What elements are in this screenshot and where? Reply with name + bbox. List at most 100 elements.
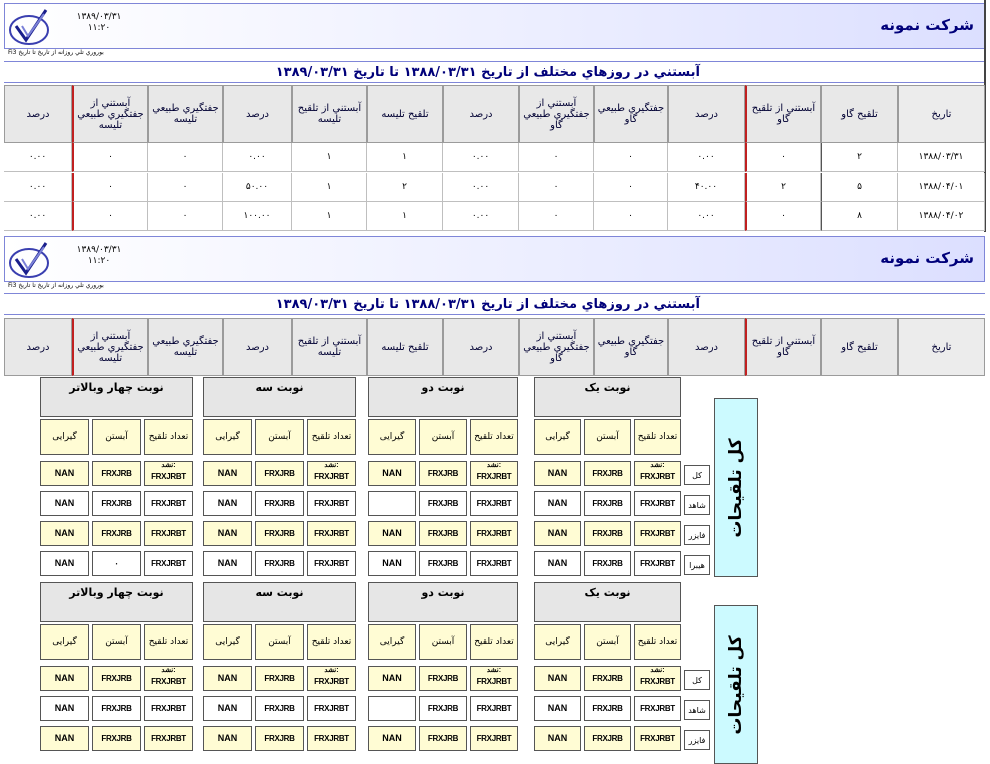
table-cell: ۵	[821, 173, 898, 202]
logo-icon	[9, 9, 49, 45]
column-header: آبستني از تلقیح تلیسه	[292, 318, 367, 376]
table-cell: ۰	[72, 202, 148, 231]
count-code: FRXJRBT	[314, 677, 349, 686]
pregnant-value: FRXJRB	[584, 491, 631, 516]
table-cell: ۰	[594, 143, 668, 172]
subtitle-line: بوروري تلي روزانه از تاريخ تا تاريخ Fi3	[4, 281, 985, 293]
count-value: FRXJRBT	[470, 491, 518, 516]
count-note: نشد:	[486, 667, 502, 674]
count-code: FRXJRBT	[476, 472, 512, 481]
conception-value: NAN	[368, 461, 416, 486]
conception-value: NAN	[40, 696, 89, 721]
count-note: نشد:	[324, 667, 339, 674]
pregnant-value: FRXJRB	[584, 521, 631, 546]
pregnant-value: FRXJRB	[419, 521, 467, 546]
report-time: ۱۱:۲۰	[87, 23, 111, 33]
count-value: FRXJRBT	[144, 696, 193, 721]
pregnant-value: FRXJRB	[584, 551, 631, 576]
conception-value: NAN	[534, 551, 581, 576]
table-cell: ۰	[519, 173, 594, 202]
table-cell: ۰	[519, 143, 594, 172]
table-cell: ۰.۰۰	[443, 202, 519, 231]
shift-subheader: گیرایی	[368, 624, 416, 660]
conception-value: NAN	[40, 726, 89, 751]
person-label: فایزر	[684, 525, 710, 545]
column-header: تاریخ	[898, 318, 985, 376]
table-cell: ۵۰.۰۰	[223, 173, 292, 202]
report-title: آبستني در روزهاي مختلف از تاريخ ۱۳۸۸/۰۳/…	[275, 297, 700, 312]
shift-subheader: آبستن	[584, 624, 631, 660]
pregnant-value: FRXJRB	[584, 666, 631, 691]
shift-header: نوبت چهار وبالاتر	[40, 377, 193, 417]
pregnant-value: FRXJRB	[419, 461, 467, 486]
subtitle-text: بوروري تلي روزانه از تاريخ تا تاريخ Fi3	[8, 282, 104, 289]
table-cell: ۰	[594, 173, 668, 202]
person-label: فایزر	[684, 730, 710, 750]
table-cell: ۴۰.۰۰	[668, 173, 745, 202]
pregnant-value: FRXJRB	[92, 666, 141, 691]
table-cell: ۱	[292, 143, 367, 172]
shift-subheader: گیرایی	[534, 419, 581, 455]
count-value: FRXJRBT	[470, 726, 518, 751]
table-cell: ۰.۰۰	[4, 202, 72, 231]
report-date: ۱۳۸۹/۰۳/۳۱	[76, 245, 122, 255]
shift-subheader: تعداد تلقیح	[634, 419, 681, 455]
shift-subheader: آبستن	[92, 624, 141, 660]
column-header: درصد	[4, 85, 72, 143]
shift-subheader: تعداد تلقیح	[470, 624, 518, 660]
pregnant-value: FRXJRB	[419, 551, 467, 576]
conception-value	[368, 491, 416, 516]
pregnant-value: FRXJRB	[255, 726, 304, 751]
person-label: کل	[684, 465, 710, 485]
conception-value	[368, 696, 416, 721]
shift-header: نوبت سه	[203, 377, 356, 417]
count-value: FRXJRBT	[470, 551, 518, 576]
report-time: ۱۱:۲۰	[87, 256, 111, 266]
table-cell: ۰	[72, 173, 148, 202]
report-title: آبستني در روزهاي مختلف از تاريخ ۱۳۸۸/۰۳/…	[275, 65, 700, 80]
company-name: شرکت نمونه	[880, 249, 974, 267]
count-value: نشد: FRXJRBT	[144, 461, 193, 486]
pregnant-value: FRXJRB	[92, 521, 141, 546]
count-value: FRXJRBT	[634, 551, 681, 576]
person-label: شاهد	[684, 700, 710, 720]
shift-subheader: تعداد تلقیح	[307, 624, 356, 660]
shift-subheader: آبستن	[419, 419, 467, 455]
column-header: تلقیح تلیسه	[367, 85, 443, 143]
table-cell: ۰.۰۰	[668, 143, 745, 172]
pregnant-value: FRXJRB	[255, 461, 304, 486]
pregnant-value: FRXJRB	[255, 521, 304, 546]
count-value: FRXJRBT	[634, 726, 681, 751]
conception-value: NAN	[203, 551, 252, 576]
table-cell: ۰.۰۰	[4, 143, 72, 172]
count-value: FRXJRBT	[307, 696, 356, 721]
pregnant-value: FRXJRB	[92, 491, 141, 516]
report-header: ۱۳۸۹/۰۳/۳۱ ۱۱:۲۰ شرکت نمونه	[4, 3, 985, 49]
conception-value: NAN	[534, 696, 581, 721]
pregnant-value: FRXJRB	[255, 491, 304, 516]
conception-value: NAN	[203, 696, 252, 721]
table-cell: ۱۳۸۸/۰۳/۳۱	[898, 143, 985, 172]
conception-value: NAN	[368, 551, 416, 576]
company-name: شرکت نمونه	[880, 16, 974, 34]
count-note: نشد:	[486, 462, 502, 469]
pregnant-value: FRXJRB	[255, 551, 304, 576]
pregnant-value: FRXJRB	[92, 696, 141, 721]
conception-value: NAN	[534, 666, 581, 691]
table-cell: ۰.۰۰	[443, 173, 519, 202]
conception-value: NAN	[203, 461, 252, 486]
count-value: FRXJRBT	[144, 726, 193, 751]
table-cell: ۲	[821, 143, 898, 172]
count-value: نشد: FRXJRBT	[307, 666, 356, 691]
conception-value: NAN	[368, 666, 416, 691]
count-note: نشد:	[161, 667, 176, 674]
count-value: FRXJRBT	[307, 521, 356, 546]
table-cell: ۱۰۰.۰۰	[223, 202, 292, 231]
count-value: FRXJRBT	[144, 521, 193, 546]
shift-subheader: گیرایی	[203, 624, 252, 660]
count-value: FRXJRBT	[634, 491, 681, 516]
pregnant-value: FRXJRB	[419, 726, 467, 751]
count-value: FRXJRBT	[470, 696, 518, 721]
person-label: شاهد	[684, 495, 710, 515]
report-date-time: ۱۳۸۹/۰۳/۳۱ ۱۱:۲۰	[73, 245, 125, 267]
